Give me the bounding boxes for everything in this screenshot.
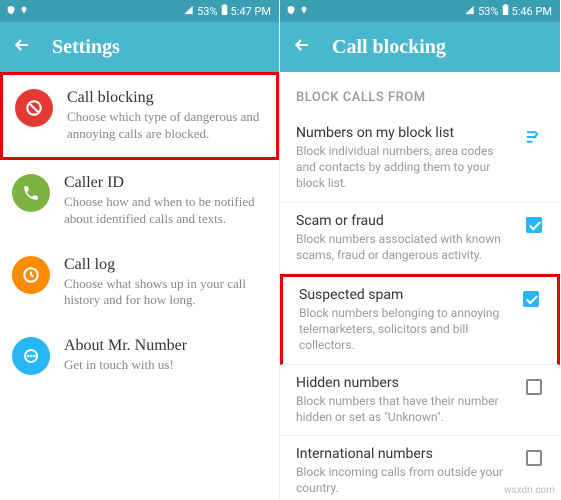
item-desc: Choose which type of dangerous and annoy… [67,109,264,143]
item-desc: Get in touch with us! [64,357,267,374]
battery-pct: 53% [197,5,217,18]
app-bar: Settings [0,22,279,72]
checkbox[interactable] [526,379,542,395]
settings-item-call-log[interactable]: Call log Choose what shows up in your ca… [0,242,279,324]
item-title: About Mr. Number [64,337,267,355]
back-button[interactable] [292,35,312,59]
marker-icon [20,5,28,18]
section-header: BLOCK CALLS FROM [280,72,560,115]
battery-icon [502,4,509,18]
page-title: Settings [52,36,120,59]
back-button[interactable] [12,35,32,59]
block-item-spam[interactable]: Suspected spam Block numbers belonging t… [280,274,560,365]
block-icon [15,89,53,127]
shield-icon [6,5,16,18]
item-desc: Choose how and when to be notified about… [64,194,267,228]
item-desc: Block individual numbers, area codes and… [296,143,512,192]
item-desc: Block numbers associated with known scam… [296,231,512,263]
item-title: Caller ID [64,174,267,192]
block-item-my-list[interactable]: Numbers on my block list Block individua… [280,115,560,203]
status-bar: 53% 5:47 PM [0,0,279,22]
item-title: Hidden numbers [296,375,512,391]
item-desc: Choose what shows up in your call histor… [64,276,267,310]
signal-icon [183,5,194,18]
status-bar: 53% 5:46 PM [280,0,560,22]
marker-icon [300,5,308,18]
edit-list-icon[interactable] [522,125,546,145]
block-list: BLOCK CALLS FROM Numbers on my block lis… [280,72,560,500]
item-title: International numbers [296,446,512,462]
history-icon [12,256,50,294]
settings-list: Call blocking Choose which type of dange… [0,72,279,500]
phone-icon [12,174,50,212]
item-title: Suspected spam [299,287,509,303]
item-title: Scam or fraud [296,213,512,229]
signal-icon [464,5,475,18]
clock-text: 5:47 PM [231,5,271,18]
block-item-scam[interactable]: Scam or fraud Block numbers associated w… [280,203,560,274]
item-desc: Block numbers belonging to annoying tele… [299,305,509,354]
item-title: Call log [64,256,267,274]
item-title: Call blocking [67,89,264,107]
watermark: wsxdn.com [504,485,555,496]
checkbox[interactable] [526,217,542,233]
battery-icon [221,4,228,18]
settings-item-call-blocking[interactable]: Call blocking Choose which type of dange… [0,72,279,160]
chat-icon [12,337,50,375]
call-blocking-screen: 53% 5:46 PM Call blocking BLOCK CALLS FR… [280,0,560,500]
item-desc: Block numbers that have their number hid… [296,393,512,425]
checkbox[interactable] [526,450,542,466]
page-title: Call blocking [332,36,446,59]
item-title: Numbers on my block list [296,125,512,141]
settings-item-caller-id[interactable]: Caller ID Choose how and when to be noti… [0,160,279,242]
settings-screen: 53% 5:47 PM Settings Call blocking Choos… [0,0,280,500]
settings-item-about[interactable]: About Mr. Number Get in touch with us! [0,323,279,389]
clock-text: 5:46 PM [512,5,552,18]
checkbox[interactable] [523,291,539,307]
app-bar: Call blocking [280,22,560,72]
shield-icon [286,5,296,18]
block-item-hidden[interactable]: Hidden numbers Block numbers that have t… [280,365,560,436]
battery-pct: 53% [478,5,498,18]
item-desc: Block incoming calls from outside your c… [296,464,512,496]
